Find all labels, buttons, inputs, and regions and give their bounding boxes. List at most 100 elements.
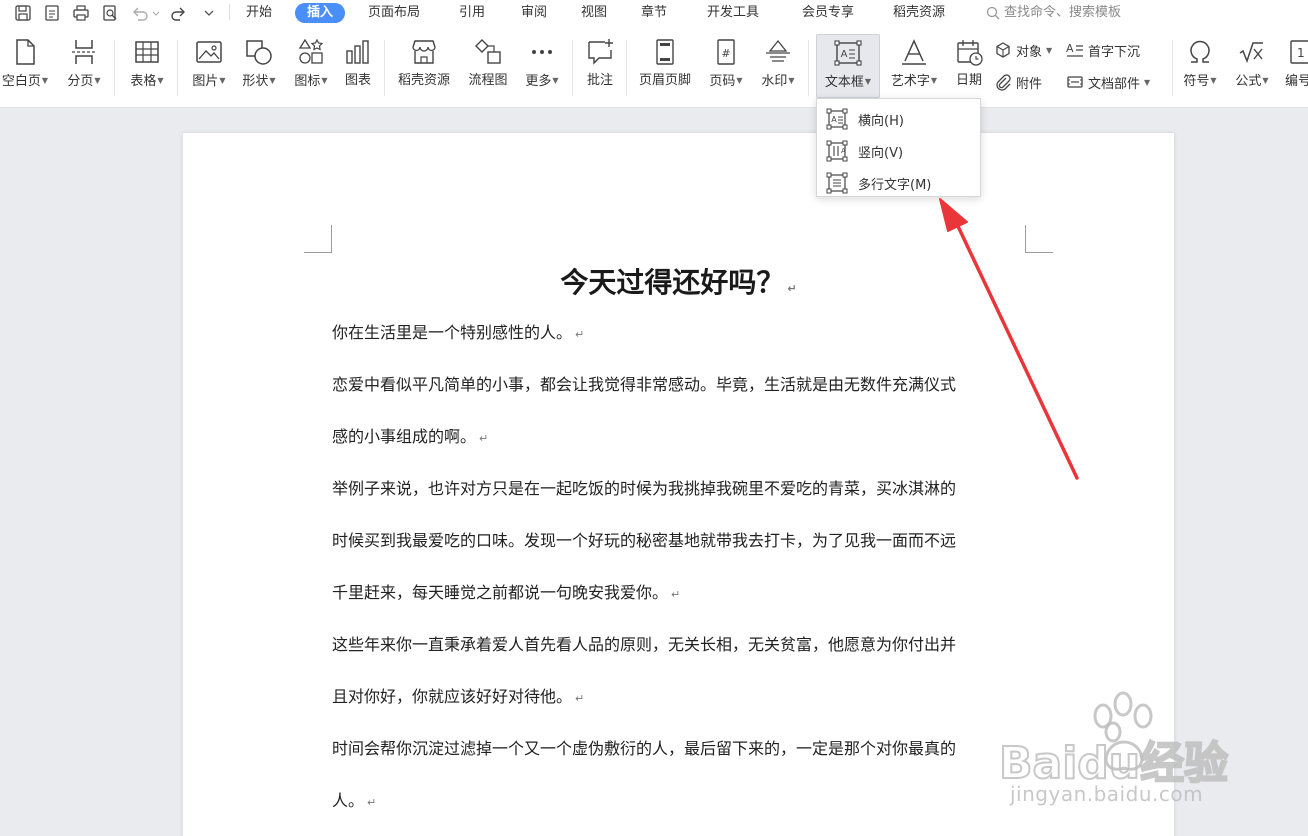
watermark-button[interactable]: 水印▼ xyxy=(754,36,802,91)
command-search[interactable]: 查找命令、搜索模板 xyxy=(986,3,1121,23)
doc-line-text: 千里赶来，每天睡觉之前都说一句晚安我爱你。 xyxy=(332,583,669,602)
table-button[interactable]: 表格▼ xyxy=(124,36,170,91)
undo-icon[interactable] xyxy=(128,2,162,24)
chart-button[interactable]: 图表 xyxy=(338,36,378,90)
page-number-icon: # xyxy=(717,39,735,65)
chevron-down-icon: ▼ xyxy=(552,76,559,85)
svg-text:A: A xyxy=(1066,42,1074,55)
menu-bar: 开始 插入 页面布局 引用 审阅 视图 章节 开发工具 会员专享 稻壳资源 查找… xyxy=(0,0,1308,26)
doc-parts-button[interactable]: 文档部件 ▼ xyxy=(1066,71,1150,93)
ribbon-divider xyxy=(572,40,573,96)
drop-cap-button[interactable]: A 首字下沉 xyxy=(1066,39,1140,61)
doc-line[interactable]: 恋爱中看似平凡简单的小事，都会让我觉得非常感动。毕竟，生活就是由无数件充满仪式 xyxy=(332,371,1032,395)
date-label: 日期 xyxy=(955,73,982,88)
menu-item-vertical-textbox[interactable]: A 竖向(V) xyxy=(817,135,980,167)
tab-insert[interactable]: 插入 xyxy=(295,3,346,23)
wordart-label: 艺术字 xyxy=(890,74,930,89)
doc-line[interactable]: 人。 ↵ xyxy=(332,787,1032,811)
doc-line[interactable]: 你在生活里是一个特别感性的人。 ↵ xyxy=(332,319,1032,343)
page-break-button[interactable]: 分页▼ xyxy=(62,36,106,91)
tab-chapter[interactable]: 章节 xyxy=(641,3,667,23)
save-icon[interactable] xyxy=(12,2,34,24)
wordart-icon xyxy=(902,39,926,65)
numbering-icon: 1 xyxy=(1290,40,1308,64)
flowchart-label: 流程图 xyxy=(468,73,508,88)
chevron-down-icon: ▼ xyxy=(788,76,795,85)
textbox-button[interactable]: A 文本框▼ xyxy=(816,34,880,98)
docer-store-icon xyxy=(412,40,436,64)
drop-cap-icon: A xyxy=(1066,42,1083,57)
object-cube-icon xyxy=(996,42,1010,58)
export-pdf-icon[interactable] xyxy=(41,2,63,24)
paragraph-mark: ↵ xyxy=(479,432,489,445)
doc-line[interactable]: 千里赶来，每天睡觉之前都说一句晚安我爱你。 ↵ xyxy=(332,579,1032,603)
tab-member[interactable]: 会员专享 xyxy=(802,3,854,23)
formula-label: 公式 xyxy=(1235,74,1262,89)
icon-library-icon xyxy=(298,38,324,64)
customize-toolbar-icon[interactable] xyxy=(198,2,220,24)
page-number-button[interactable]: # 页码▼ xyxy=(704,36,748,91)
redo-icon[interactable] xyxy=(168,2,190,24)
tab-developer[interactable]: 开发工具 xyxy=(707,3,759,23)
tab-view[interactable]: 视图 xyxy=(581,3,607,23)
paragraph-mark: ↵ xyxy=(787,282,797,295)
textbox-dropdown-menu: A 横向(H) A 竖向(V) 多行文字(M) xyxy=(816,98,981,197)
formula-button[interactable]: 公式▼ xyxy=(1230,36,1274,91)
tab-page-layout[interactable]: 页面布局 xyxy=(368,3,420,23)
comment-button[interactable]: 批注 xyxy=(580,36,620,90)
vertical-textbox-icon: A xyxy=(826,140,848,162)
insert-ribbon: 空白页▼ 分页▼ 表格▼ 图片▼ 形状▼ 图标▼ 图表 稻壳资源 流程图 更多▼ xyxy=(0,26,1308,108)
doc-line-text: 且对你好，你就应该好好对待他。 xyxy=(332,687,573,706)
picture-button[interactable]: 图片▼ xyxy=(186,36,232,91)
doc-line[interactable]: 时间会帮你沉淀过滤掉一个又一个虚伪敷衍的人，最后留下来的，一定是那个对你最真的 xyxy=(332,735,1032,759)
doc-line-text: 举例子来说，也许对方只是在一起吃饭的时候为我挑掉我碗里不爱吃的青菜，买冰淇淋的 xyxy=(332,479,957,498)
picture-label: 图片 xyxy=(192,74,219,89)
chevron-down-icon: ▼ xyxy=(41,76,49,85)
date-button[interactable]: 日期 xyxy=(950,36,988,90)
chevron-down-icon: ▼ xyxy=(269,76,276,85)
ribbon-divider xyxy=(1172,40,1173,96)
numbering-button[interactable]: 1 编号▼ xyxy=(1280,36,1308,91)
chevron-down-icon: ▼ xyxy=(1262,76,1269,85)
ribbon-divider xyxy=(808,40,809,96)
icon-library-button[interactable]: 图标▼ xyxy=(288,36,334,91)
icon-library-label: 图标 xyxy=(294,74,321,89)
attachment-label: 附件 xyxy=(1016,76,1043,92)
chart-icon xyxy=(346,40,369,64)
search-placeholder: 查找命令、搜索模板 xyxy=(1004,5,1122,20)
print-icon[interactable] xyxy=(70,2,92,24)
menu-item-multiline-textbox[interactable]: 多行文字(M) xyxy=(817,167,980,199)
header-footer-button[interactable]: 页眉页脚 xyxy=(634,36,696,90)
tab-home[interactable]: 开始 xyxy=(246,3,272,23)
doc-line[interactable]: 举例子来说，也许对方只是在一起吃饭的时候为我挑掉我碗里不爱吃的青菜，买冰淇淋的 xyxy=(332,475,1032,499)
symbol-button[interactable]: 符号▼ xyxy=(1178,36,1222,91)
wordart-button[interactable]: 艺术字▼ xyxy=(884,36,944,91)
shape-button[interactable]: 形状▼ xyxy=(236,36,282,91)
doc-line[interactable]: 时候买到我最爱吃的口味。发现一个好玩的秘密基地就带我去打卡，为了见我一面而不远 xyxy=(332,527,1032,551)
doc-line[interactable]: 感的小事组成的啊。 ↵ xyxy=(332,423,1032,447)
menu-item-horizontal-textbox[interactable]: A 横向(H) xyxy=(817,103,980,135)
print-preview-icon[interactable] xyxy=(99,2,121,24)
document-page[interactable]: 今天过得还好吗？ ↵ 你在生活里是一个特别感性的人。 ↵ 恋爱中看似平凡简单的小事，… xyxy=(183,133,1174,836)
more-button[interactable]: 更多▼ xyxy=(520,36,564,91)
doc-line-text: 时候买到我最爱吃的口味。发现一个好玩的秘密基地就带我去打卡，为了见我一面而不远 xyxy=(332,531,957,550)
chart-label: 图表 xyxy=(344,73,371,88)
paragraph-mark: ↵ xyxy=(367,796,377,809)
tab-docer-resources[interactable]: 稻壳资源 xyxy=(893,3,945,23)
flowchart-button[interactable]: 流程图 xyxy=(462,36,514,90)
tab-references[interactable]: 引用 xyxy=(459,3,485,23)
object-label: 对象 xyxy=(1016,44,1043,60)
object-button[interactable]: 对象 ▼ xyxy=(994,39,1052,61)
doc-line[interactable]: 这些年来你一直秉承着爱人首先看人品的原则，无关长相，无关贫富，他愿意为你付出并 xyxy=(332,631,1032,655)
chevron-down-icon: ▼ xyxy=(157,76,164,85)
svg-text:A: A xyxy=(831,115,837,124)
doc-line[interactable]: 且对你好，你就应该好好对待他。 ↵ xyxy=(332,683,1032,707)
ribbon-divider xyxy=(114,40,115,96)
document-title[interactable]: 今天过得还好吗？ ↵ xyxy=(183,261,1174,301)
tab-review[interactable]: 审阅 xyxy=(521,3,547,23)
docer-resource-button[interactable]: 稻壳资源 xyxy=(392,36,456,90)
attachment-button[interactable]: 附件 xyxy=(994,71,1042,93)
table-label: 表格 xyxy=(130,74,157,89)
blank-page-button[interactable]: 空白页▼ xyxy=(0,36,50,91)
document-title-text: 今天过得还好吗？ xyxy=(560,266,785,299)
